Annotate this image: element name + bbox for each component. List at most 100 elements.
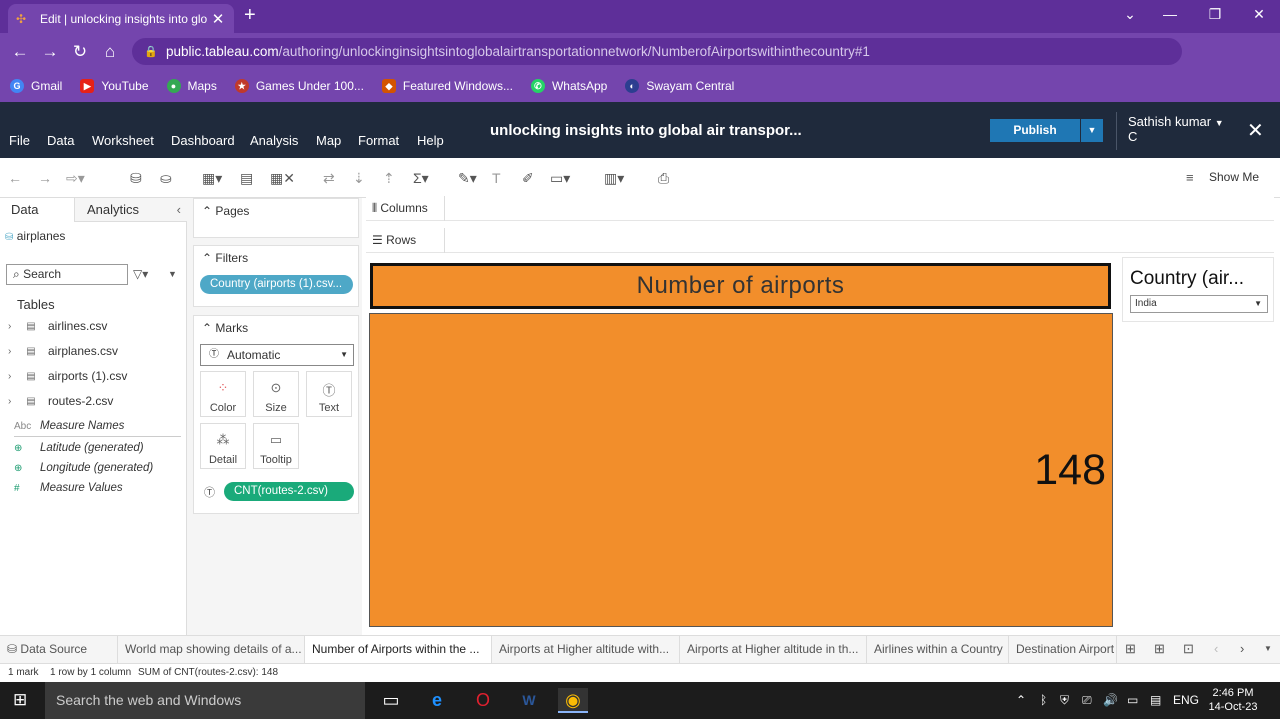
close-tab-icon[interactable]: ✕	[210, 10, 226, 28]
table-routes[interactable]: › ▤ routes-2.csv	[0, 394, 113, 408]
menu-help[interactable]: Help	[417, 133, 444, 148]
tabs-menu-icon[interactable]: ▼	[1264, 644, 1272, 653]
bookmark-gmail[interactable]: G Gmail	[10, 79, 62, 93]
language-indicator[interactable]: ENG	[1173, 693, 1199, 707]
color-button[interactable]: ⁘ Color	[200, 371, 246, 417]
filters-card[interactable]: ⌃ Filters Country (airports (1).csv...	[193, 245, 359, 307]
address-bar[interactable]: 🔒 public.tableau.com/authoring/unlocking…	[132, 38, 1182, 65]
mark-type-select[interactable]: Ⓣ Automatic ▼	[200, 344, 354, 366]
task-view-icon[interactable]: ▭	[376, 688, 406, 713]
undo-icon[interactable]: ←	[8, 170, 22, 186]
text-pill-cnt-routes[interactable]: CNT(routes-2.csv)	[224, 482, 354, 501]
totals-icon[interactable]: Σ▾	[413, 170, 429, 187]
airport-count-value[interactable]: 148	[1034, 446, 1106, 495]
bookmark-games[interactable]: ★ Games Under 100...	[234, 79, 364, 93]
back-icon[interactable]: ←	[5, 42, 35, 62]
sheet-tab[interactable]: Airports at Higher altitude in th...	[680, 636, 867, 663]
chrome-icon[interactable]: ◉	[558, 688, 588, 713]
new-story-icon[interactable]: ⊡	[1183, 641, 1194, 657]
publish-dropdown-icon[interactable]: ▼	[1081, 119, 1103, 142]
scroll-right-icon[interactable]: ›	[1240, 641, 1244, 656]
sort-descending-icon[interactable]: ⇡	[383, 170, 395, 187]
browser-tab[interactable]: ✣ Edit | unlocking insights into glo ✕	[8, 4, 234, 33]
fit-icon[interactable]: ▭▾	[550, 170, 570, 187]
worksheet-title[interactable]: Number of airports	[370, 263, 1111, 309]
tab-data-source[interactable]: ⛁ Data Source	[0, 636, 118, 663]
worksheet-view[interactable]: Number of airports 148	[366, 256, 1118, 635]
text-table-cell[interactable]: 148	[369, 313, 1113, 627]
presentation-icon[interactable]: ⎙	[658, 170, 669, 187]
show-me-icon[interactable]: ≡	[1186, 170, 1194, 185]
pane-menu-icon[interactable]: ▼	[168, 269, 177, 279]
reload-icon[interactable]: ↻	[65, 42, 95, 62]
publish-button[interactable]: Publish	[990, 119, 1080, 142]
taskbar-clock[interactable]: 2:46 PM 14-Oct-23	[1208, 686, 1258, 714]
search-input[interactable]: ⌕ Search	[6, 264, 128, 285]
battery-icon[interactable]: ▭	[1127, 693, 1138, 707]
rows-shelf[interactable]: ☰ Rows	[366, 228, 1274, 253]
filter-fields-icon[interactable]: ▽▾	[133, 267, 148, 281]
marks-card[interactable]: ⌃ Marks Ⓣ Automatic ▼ ⁘ Color ⊙ Size Ⓣ Text ⁂…	[193, 315, 359, 514]
table-airports[interactable]: › ▤ airports (1).csv	[0, 369, 127, 383]
show-cards-icon[interactable]: ▥▾	[604, 170, 624, 187]
field-latitude[interactable]: ⊕ Latitude (generated)	[0, 442, 144, 454]
new-worksheet-icon[interactable]: ⊞	[1125, 641, 1136, 657]
duplicate-sheet-icon[interactable]: ▤	[240, 170, 253, 187]
sheet-tab[interactable]: Airports at Higher altitude with...	[492, 636, 680, 663]
security-icon[interactable]: ⛨	[1060, 693, 1069, 708]
new-datasource-icon[interactable]: ⛁	[130, 170, 142, 187]
table-airplanes[interactable]: › ▤ airplanes.csv	[0, 344, 118, 358]
sheet-tab[interactable]: Destination Airport	[1009, 636, 1117, 663]
menu-map[interactable]: Map	[316, 133, 341, 148]
datasource-item[interactable]: ⛁ airplanes	[5, 229, 65, 243]
maximize-icon[interactable]: ❐	[1205, 6, 1225, 23]
field-longitude[interactable]: ⊕ Longitude (generated)	[0, 462, 153, 474]
text-button[interactable]: Ⓣ Text	[306, 371, 352, 417]
menu-dashboard[interactable]: Dashboard	[171, 133, 235, 148]
minimize-icon[interactable]: —	[1160, 6, 1180, 22]
bookmark-swayam[interactable]: ◐ Swayam Central	[625, 79, 734, 93]
tab-analytics[interactable]: Analytics ‹	[74, 198, 187, 222]
new-tab-icon[interactable]: +	[244, 5, 256, 25]
detail-button[interactable]: ⁂ Detail	[200, 423, 246, 469]
new-dashboard-icon[interactable]: ⊞	[1154, 641, 1165, 657]
user-menu[interactable]: Sathish kumar ▼ C	[1128, 115, 1224, 144]
table-airlines[interactable]: › ▤ airlines.csv	[0, 319, 107, 333]
highlight-icon[interactable]: ✎▾	[458, 170, 477, 187]
volume-icon[interactable]: 🔊	[1103, 693, 1118, 707]
word-icon[interactable]: W	[514, 688, 544, 713]
notifications-icon[interactable]: ▤	[1150, 693, 1161, 707]
close-editor-icon[interactable]: ✕	[1247, 118, 1264, 143]
tray-expand-icon[interactable]: ⌃	[1016, 693, 1026, 707]
swap-icon[interactable]: ⇄	[323, 170, 335, 187]
bookmark-maps[interactable]: ● Maps	[166, 79, 217, 93]
tab-data[interactable]: Data	[0, 198, 74, 222]
menu-file[interactable]: File	[9, 133, 30, 148]
windows-start-icon[interactable]: ⊞	[13, 690, 27, 710]
labels-icon[interactable]: T	[492, 170, 501, 186]
sheet-tab[interactable]: World map showing details of a...	[118, 636, 305, 663]
field-measure-names[interactable]: Abc Measure Names	[0, 420, 124, 432]
bluetooth-icon[interactable]: ᛒ	[1040, 693, 1047, 707]
taskbar-search-input[interactable]: Search the web and Windows	[45, 682, 365, 719]
show-me-button[interactable]: Show Me	[1209, 170, 1259, 184]
new-worksheet-icon[interactable]: ▦▾	[202, 170, 222, 187]
bookmark-whatsapp[interactable]: ✆ WhatsApp	[530, 79, 607, 93]
country-filter-select[interactable]: India ▼	[1130, 295, 1268, 313]
forward-icon[interactable]: →	[35, 42, 65, 62]
field-measure-values[interactable]: # Measure Values	[0, 482, 123, 494]
close-window-icon[interactable]: ✕	[1249, 6, 1269, 23]
edge-icon[interactable]: e	[422, 688, 452, 713]
pages-card[interactable]: ⌃ Pages	[193, 198, 359, 238]
menu-worksheet[interactable]: Worksheet	[92, 133, 154, 148]
bookmark-featured-windows[interactable]: ◆ Featured Windows...	[381, 79, 513, 93]
opera-icon[interactable]: O	[468, 688, 498, 713]
menu-format[interactable]: Format	[358, 133, 399, 148]
sort-ascending-icon[interactable]: ⇣	[353, 170, 365, 187]
home-icon[interactable]: ⌂	[95, 42, 125, 62]
menu-analysis[interactable]: Analysis	[250, 133, 298, 148]
redo-icon[interactable]: →	[38, 170, 52, 186]
replay-icon[interactable]: ⇨▾	[66, 170, 85, 187]
columns-shelf[interactable]: ⫴ Columns	[366, 196, 1274, 221]
tab-search-chevron-icon[interactable]: ⌄	[1120, 6, 1140, 23]
